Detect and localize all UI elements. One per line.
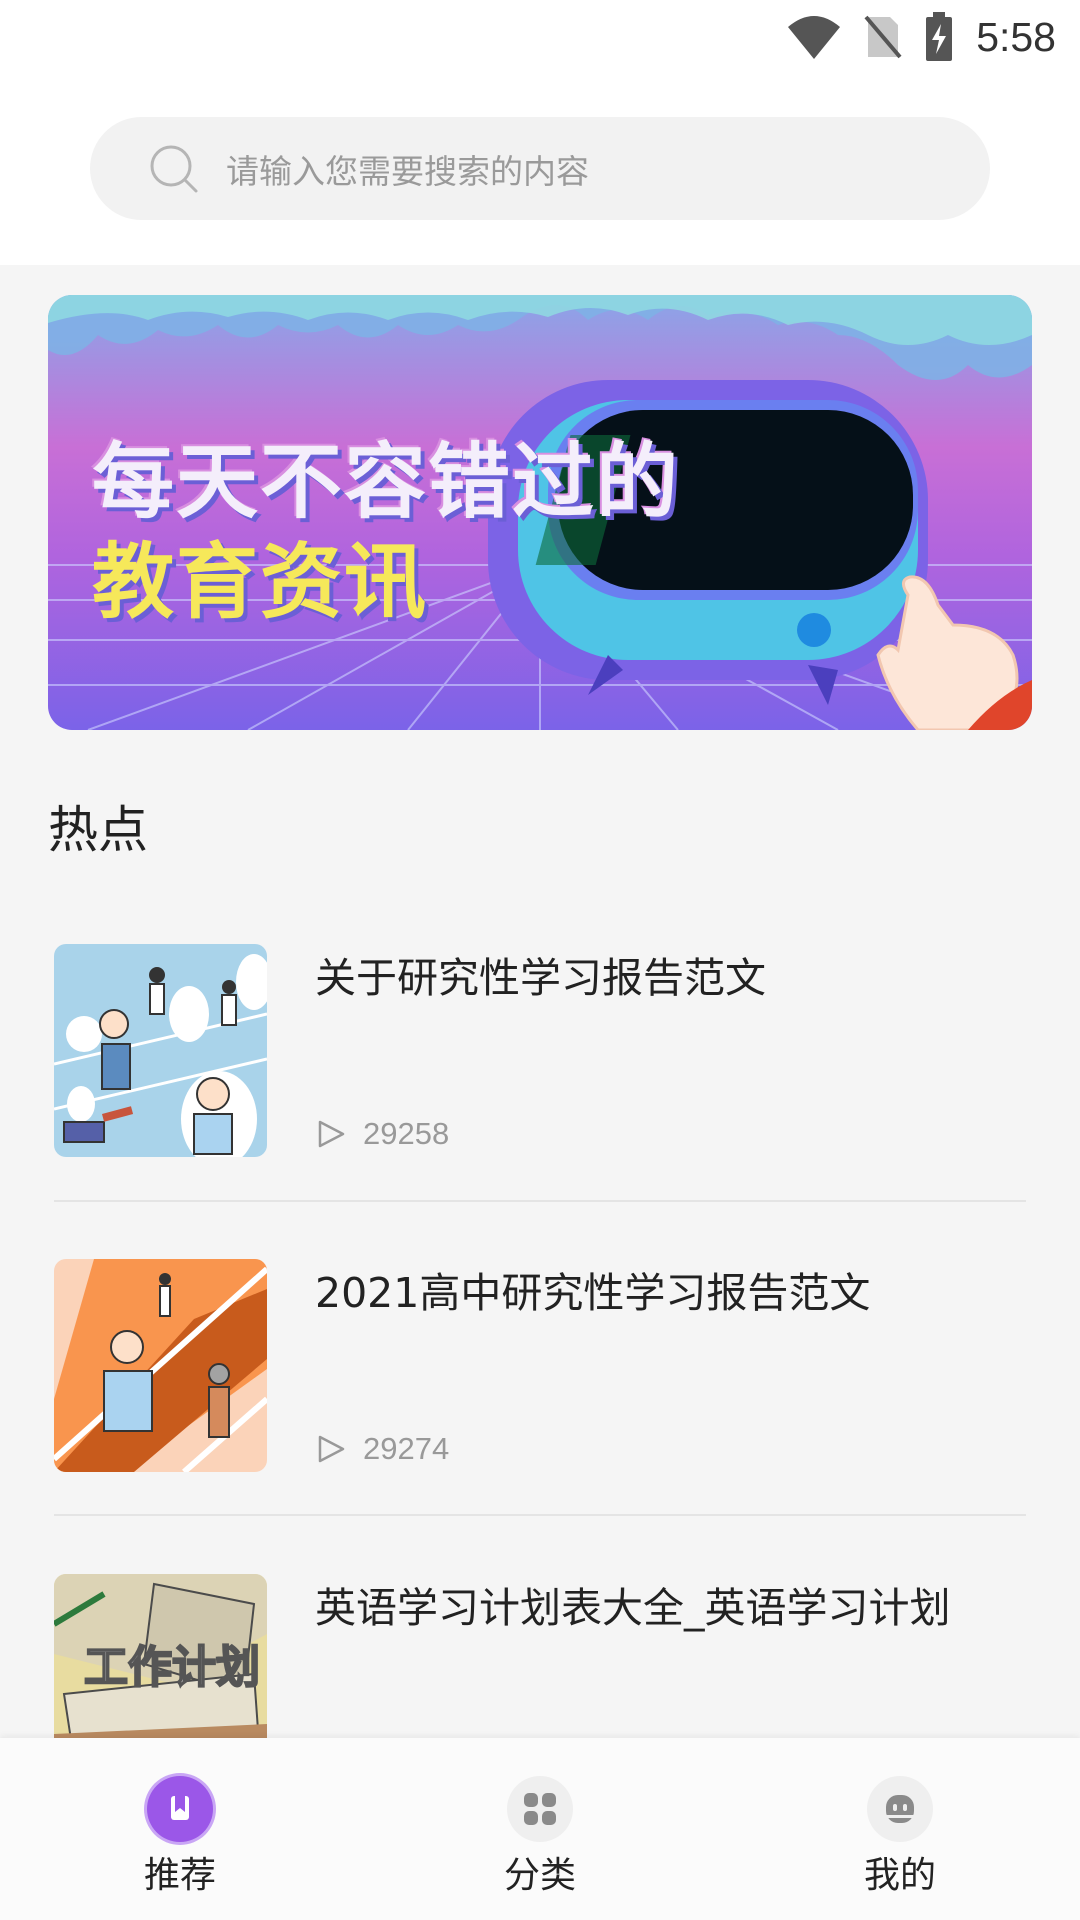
view-count-value: 29258 [363, 1116, 450, 1151]
header: 5:58 请输入您需要搜索的内容 [0, 0, 1080, 265]
view-count: 29258 [315, 1116, 449, 1152]
no-sim-icon [864, 15, 902, 59]
search-icon [150, 145, 198, 192]
svg-text:工作计划: 工作计划 [84, 1642, 260, 1693]
app-screen: 5:58 请输入您需要搜索的内容 每天不容错过的 教育资讯 热点 关于研究性学习… [0, 0, 1080, 1920]
article-title: 关于研究性学习报告范文 [315, 954, 766, 1002]
article-thumbnail [54, 1259, 267, 1472]
nav-label: 分类 [503, 1855, 576, 1896]
list-divider [54, 1514, 1026, 1516]
wifi-icon [788, 16, 841, 59]
nav-label: 我的 [863, 1855, 936, 1896]
article-title: 英语学习计划表大全_英语学习计划 [315, 1584, 951, 1632]
nav-item-category[interactable]: 分类 [360, 1738, 720, 1920]
article-thumbnail [54, 944, 267, 1157]
nav-item-profile[interactable]: 我的 [720, 1738, 1080, 1920]
search-input[interactable]: 请输入您需要搜索的内容 [226, 145, 589, 193]
banner-subheadline: 教育资讯 [92, 535, 429, 630]
nav-item-recommend[interactable]: 推荐 [0, 1738, 360, 1920]
search-bar[interactable]: 请输入您需要搜索的内容 [90, 117, 990, 220]
play-icon [318, 1435, 345, 1463]
profile-icon [867, 1776, 933, 1842]
nav-label: 推荐 [143, 1855, 216, 1896]
bottom-navigation: 推荐 分类 我的 [0, 1738, 1080, 1920]
view-count: 29274 [315, 1431, 449, 1467]
list-divider [54, 1200, 1026, 1202]
article-item[interactable]: 关于研究性学习报告范文 29258 [54, 944, 1026, 1157]
view-count-value: 29274 [363, 1431, 450, 1466]
play-icon [318, 1120, 345, 1148]
article-item[interactable]: 2021高中研究性学习报告范文 29274 [54, 1259, 1026, 1472]
promo-banner[interactable]: 每天不容错过的 教育资讯 [48, 295, 1032, 730]
battery-charging-icon [926, 12, 953, 61]
status-icons: 5:58 [786, 12, 1056, 62]
article-title: 2021高中研究性学习报告范文 [315, 1269, 871, 1317]
category-icon [507, 1776, 573, 1842]
recommend-icon [147, 1776, 213, 1842]
section-title-hot: 热点 [48, 801, 148, 859]
status-time: 5:58 [976, 13, 1056, 60]
status-bar: 5:58 [0, 0, 1080, 75]
